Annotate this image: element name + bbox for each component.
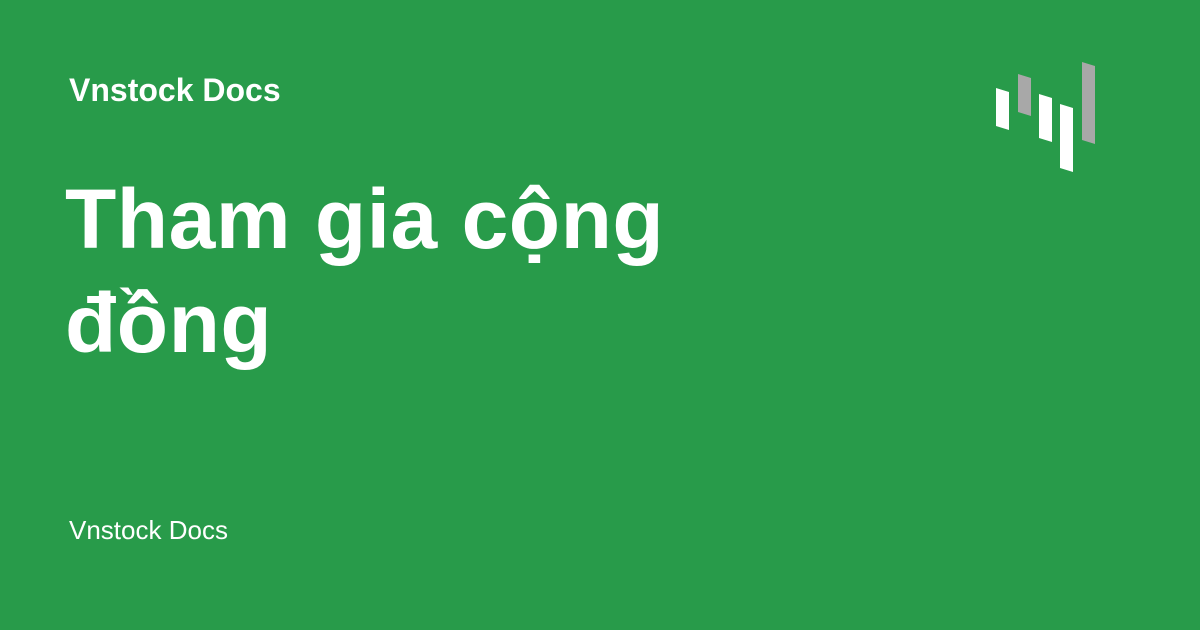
- logo-bar-4: [1060, 104, 1073, 172]
- logo-bar-5: [1082, 62, 1095, 144]
- page-title: Tham gia cộng đồng: [65, 172, 665, 370]
- footer-site-name: Vnstock Docs: [69, 515, 228, 545]
- site-name: Vnstock Docs: [69, 72, 281, 108]
- logo-bar-1: [996, 88, 1009, 130]
- logo-bar-2: [1018, 74, 1031, 116]
- vnstock-logo-icon: [996, 62, 1095, 172]
- social-card: Vnstock Docs Tham gia cộng đồng Vnstock …: [0, 0, 1200, 630]
- logo-bar-3: [1039, 94, 1052, 142]
